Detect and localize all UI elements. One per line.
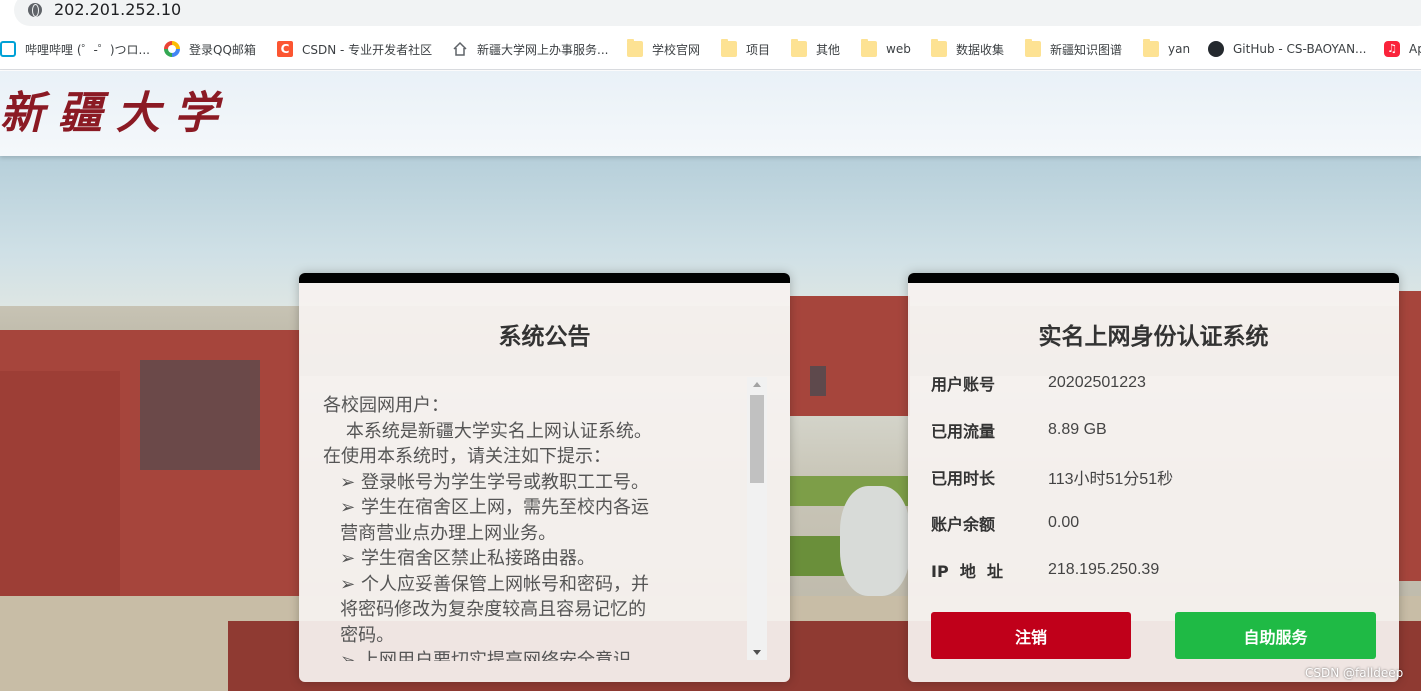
url-text[interactable]: 202.201.252.10: [54, 0, 181, 20]
bookmark-label: 新疆大学网上办事服务...: [477, 42, 609, 57]
folder-icon: [1143, 39, 1159, 57]
info-row-balance: 账户余额 0.00: [931, 511, 1079, 535]
bookmark-label: 其他: [816, 42, 841, 57]
bookmark-label: 数据收集: [956, 42, 1005, 57]
csdn-watermark: CSDN @falldeep: [1305, 666, 1404, 680]
bookmark-folder-data[interactable]: 数据收集: [931, 39, 1005, 58]
bookmark-folder-projects[interactable]: 项目: [721, 39, 771, 58]
bookmark-qq-mail[interactable]: 登录QQ邮箱: [164, 40, 256, 58]
ip-value: 218.195.250.39: [1048, 561, 1160, 578]
bookmark-label: 登录QQ邮箱: [189, 42, 256, 57]
site-header: 新疆大学: [0, 71, 1421, 156]
address-bar-row: 202.201.252.10: [0, 0, 1421, 28]
bookmark-label: GitHub - CS-BAOYAN...: [1233, 42, 1367, 56]
info-label: 已用时长: [931, 469, 996, 488]
info-label: 用户账号: [931, 375, 996, 394]
panel-top-bar: [299, 273, 790, 283]
info-row-account: 用户账号 20202501223: [931, 371, 1146, 395]
duration-value: 113小时51分51秒: [1048, 471, 1174, 488]
bookmark-label: 项目: [746, 42, 771, 57]
panel-top-bar: [908, 273, 1399, 283]
info-label: 已用流量: [931, 422, 996, 441]
home-icon: [452, 41, 468, 57]
folder-icon: [931, 39, 947, 57]
campus-building: [790, 296, 910, 416]
folder-icon: [1025, 39, 1041, 57]
info-label: IP 地 址: [931, 562, 1003, 581]
bookmark-label: Ap: [1409, 42, 1421, 56]
folder-icon: [791, 39, 807, 57]
notice-scrollbar[interactable]: [747, 377, 767, 660]
notice-line: 本系统是新疆大学实名上网认证系统。: [323, 420, 652, 442]
info-row-traffic: 已用流量 8.89 GB: [931, 418, 1107, 442]
github-icon: [1208, 41, 1224, 57]
info-row-ip: IP 地 址 218.195.250.39: [931, 558, 1159, 582]
bookmark-apple-music[interactable]: ♫ Ap: [1384, 40, 1421, 58]
notice-line: 营商营业点办理上网业务。: [323, 522, 557, 544]
bookmark-label: 哔哩哔哩 (゜-゜)つロ...: [25, 42, 150, 57]
notice-panel: 系统公告 各校园网用户： 本系统是新疆大学实名上网认证系统。 在使用本系统时，请…: [299, 273, 790, 682]
traffic-value: 8.89 GB: [1048, 421, 1107, 438]
notice-line: ➢ 学生在宿舍区上网，需先至校内各运: [323, 497, 649, 518]
site-info-icon[interactable]: [28, 3, 42, 17]
info-label: 账户余额: [931, 515, 996, 534]
notice-line: 在使用本系统时，请关注如下提示：: [323, 446, 611, 467]
scrollbar-thumb[interactable]: [750, 395, 764, 483]
bookmark-xju-service[interactable]: 新疆大学网上办事服务...: [452, 40, 608, 58]
bookmark-folder-web[interactable]: web: [861, 39, 911, 58]
bookmark-folder-school[interactable]: 学校官网: [627, 39, 701, 58]
address-bar[interactable]: [14, 0, 1421, 26]
notice-line: 各校园网用户：: [323, 395, 449, 416]
balance-value: 0.00: [1048, 514, 1080, 531]
bookmarks-bar: 哔哩哔哩 (゜-゜)つロ... 登录QQ邮箱 C CSDN - 专业开发者社区 新…: [0, 28, 1421, 70]
csdn-icon: C: [277, 41, 293, 57]
bookmark-csdn[interactable]: C CSDN - 专业开发者社区: [277, 40, 432, 58]
notice-line: 密码。: [323, 624, 395, 646]
info-row-duration: 已用时长 113小时51分51秒: [931, 465, 1173, 489]
notice-line: ➢ 个人应妥善保管上网帐号和密码，并: [323, 573, 649, 595]
self-service-button[interactable]: 自助服务: [1175, 612, 1376, 659]
bookmark-label: 学校官网: [652, 42, 701, 57]
notice-title: 系统公告: [498, 324, 591, 350]
bookmark-github[interactable]: GitHub - CS-BAOYAN...: [1208, 40, 1367, 58]
folder-icon: [721, 39, 737, 57]
bookmark-label: 新疆知识图谱: [1050, 42, 1123, 57]
bilibili-icon: [0, 41, 16, 57]
qq-mail-icon: [164, 41, 180, 57]
notice-content[interactable]: 各校园网用户： 本系统是新疆大学实名上网认证系统。 在使用本系统时，请关注如下提…: [323, 393, 743, 661]
folder-icon: [861, 39, 877, 57]
folder-icon: [627, 39, 643, 57]
notice-line: ➢ 学生宿舍区禁止私接路由器。: [323, 548, 595, 569]
account-value: 20202501223: [1048, 374, 1146, 391]
notice-line: ➢ 登录帐号为学生学号或教职工工号。: [323, 471, 649, 493]
campus-trees: [840, 486, 910, 596]
notice-line: ➢ 上网用户要切实提高网络安全意识: [323, 650, 631, 661]
auth-title: 实名上网身份认证系统: [1038, 324, 1269, 350]
campus-building: [1399, 291, 1421, 581]
bookmark-folder-yan[interactable]: yan: [1143, 39, 1191, 58]
bookmark-folder-other[interactable]: 其他: [791, 39, 841, 58]
logout-button[interactable]: 注销: [931, 612, 1131, 659]
scroll-up-arrow-icon[interactable]: [747, 377, 767, 393]
university-logo: 新疆大学: [0, 88, 232, 139]
music-icon: ♫: [1384, 41, 1400, 57]
campus-building: [0, 371, 120, 621]
bookmark-label: web: [886, 42, 911, 56]
auth-panel: 实名上网身份认证系统 用户账号 20202501223 已用流量 8.89 GB…: [908, 273, 1399, 682]
bookmark-label: CSDN - 专业开发者社区: [302, 42, 433, 57]
bookmark-label: yan: [1168, 42, 1191, 56]
bookmark-folder-kg[interactable]: 新疆知识图谱: [1025, 39, 1123, 58]
notice-line: 将密码修改为复杂度较高且容易记忆的: [323, 599, 647, 620]
bookmark-bilibili[interactable]: 哔哩哔哩 (゜-゜)つロ...: [0, 40, 150, 58]
scroll-down-arrow-icon[interactable]: [747, 644, 767, 660]
